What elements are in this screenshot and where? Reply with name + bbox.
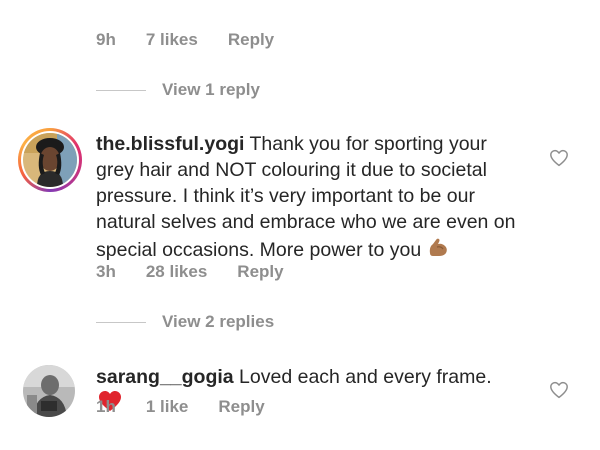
like-comment-icon[interactable] [549, 149, 569, 167]
comment1-meta: 3h 28 likes Reply [96, 262, 314, 282]
comment2-meta: 1h 1 like Reply [96, 397, 295, 417]
comment-time: 1h [96, 397, 116, 416]
reply-button[interactable]: Reply [237, 262, 283, 282]
comment-username[interactable]: the.blissful.yogi [96, 133, 244, 155]
comment-likes[interactable]: 7 likes [146, 30, 198, 50]
comment-username[interactable]: sarang__gogia [96, 366, 234, 388]
view-replies-button[interactable]: View 2 replies [96, 312, 274, 332]
avatar-image [23, 365, 75, 417]
flexed-biceps-icon [427, 235, 451, 266]
top-comment-meta: 9h 7 likes Reply [96, 30, 304, 50]
view-replies-label: View 1 reply [162, 80, 260, 99]
reply-button[interactable]: Reply [228, 30, 274, 50]
comment-likes[interactable]: 28 likes [146, 262, 207, 282]
avatar-story-ring[interactable] [18, 128, 82, 192]
reply-button[interactable]: Reply [218, 397, 264, 417]
replies-divider [96, 321, 146, 323]
like-comment-icon[interactable] [549, 381, 569, 399]
comment-time: 9h [96, 30, 116, 49]
view-replies-label: View 2 replies [162, 312, 275, 331]
comment-time: 3h [96, 262, 116, 281]
replies-divider [96, 89, 146, 91]
avatar[interactable] [23, 365, 75, 417]
avatar [23, 133, 77, 187]
comment-likes[interactable]: 1 like [146, 397, 189, 417]
avatar-image [23, 133, 77, 187]
view-replies-button[interactable]: View 1 reply [96, 80, 260, 100]
comment-text: Loved each and every frame. [233, 366, 492, 388]
comment-body: the.blissful.yogi Thank you for sporting… [96, 131, 516, 266]
